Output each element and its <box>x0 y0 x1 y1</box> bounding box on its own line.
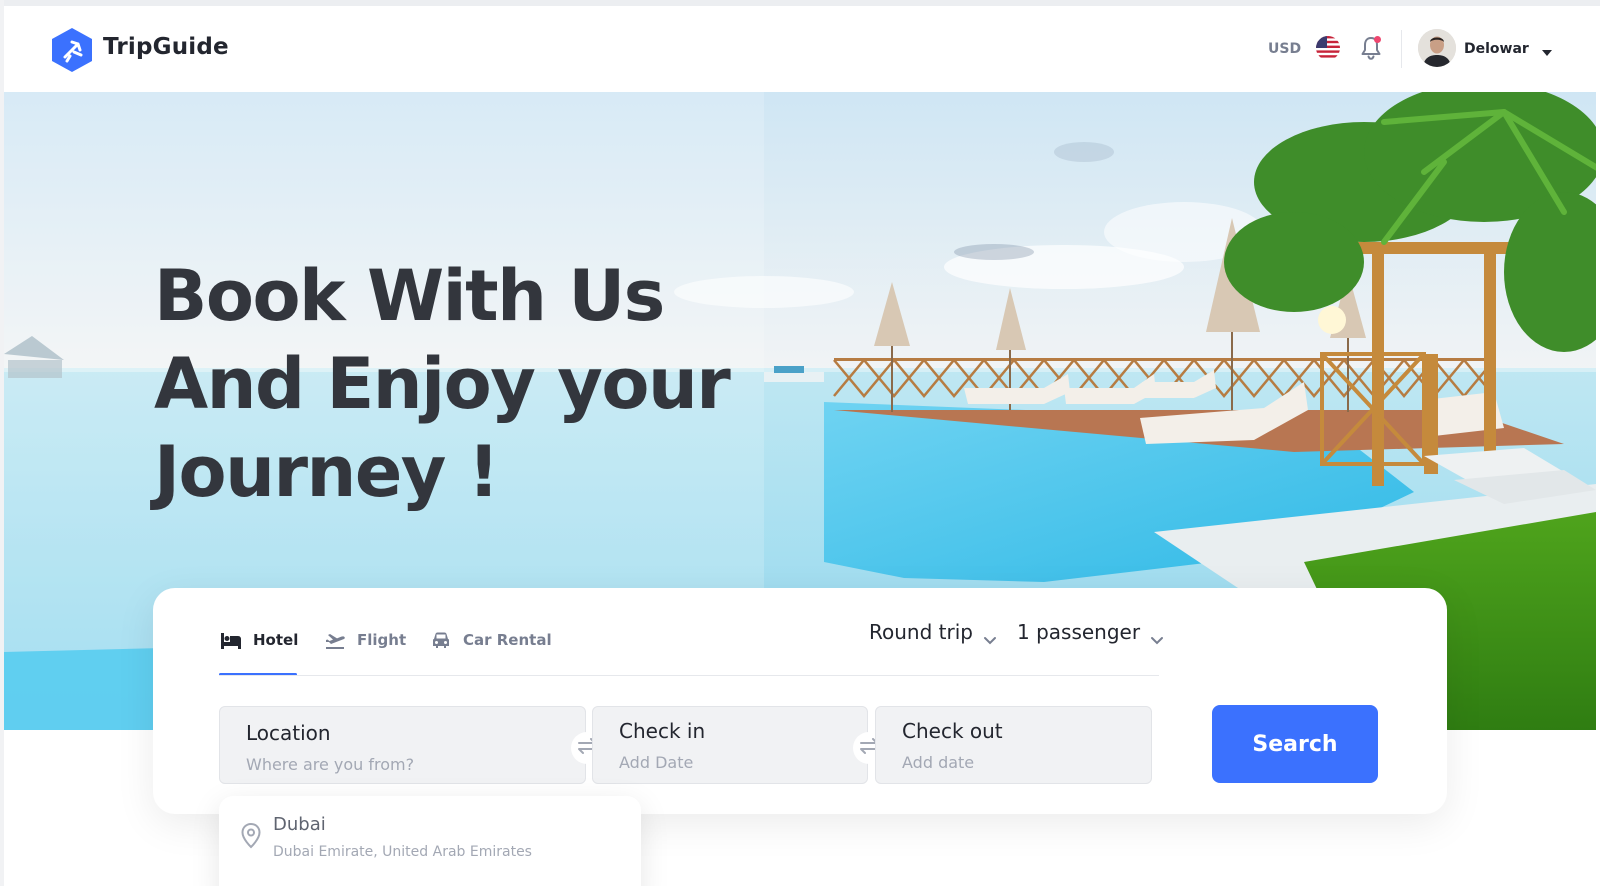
map-pin-icon <box>239 822 263 850</box>
app-window: TripGuide USD Delowar Book With Us And E… <box>0 0 1600 886</box>
us-flag-icon[interactable] <box>1316 36 1340 60</box>
hero-title-line-1: Book With Us <box>154 255 665 337</box>
check-out-placeholder: Add date <box>902 753 975 772</box>
bell-icon[interactable] <box>1359 35 1383 61</box>
search-card: Hotel Flight Car Rental Round trip 1 pas… <box>153 588 1447 814</box>
tab-flight-label: Flight <box>357 631 407 649</box>
check-out-field[interactable]: Check out Add date <box>875 706 1152 784</box>
tab-car-rental[interactable]: Car Rental <box>429 618 552 662</box>
user-avatar[interactable] <box>1418 29 1456 67</box>
location-suggestions: Dubai Dubai Emirate, United Arab Emirate… <box>219 796 641 886</box>
tab-hotel[interactable]: Hotel <box>219 618 298 662</box>
brand-name[interactable]: TripGuide <box>103 34 229 60</box>
hero-title-line-3: Journey ! <box>154 431 500 513</box>
tabs-divider <box>219 675 1159 676</box>
check-in-field[interactable]: Check in Add Date <box>592 706 868 784</box>
car-icon <box>429 628 453 652</box>
hero-title: Book With Us And Enjoy your Journey ! <box>154 252 774 516</box>
passenger-dropdown[interactable]: 1 passenger <box>1017 620 1164 645</box>
trip-type-value: Round trip <box>869 620 973 644</box>
list-item[interactable]: Dubai Dubai Emirate, United Arab Emirate… <box>219 796 641 874</box>
tab-hotel-label: Hotel <box>253 631 299 649</box>
tripguide-logo-icon[interactable] <box>48 26 96 74</box>
plane-departure-icon <box>323 628 347 652</box>
check-in-label: Check in <box>619 719 706 743</box>
passenger-value: 1 passenger <box>1017 620 1141 644</box>
check-out-label: Check out <box>902 719 1003 743</box>
location-field[interactable]: Location Where are you from? <box>219 706 586 784</box>
suggestion-name: Dubai <box>273 814 326 835</box>
chevron-down-icon <box>1150 627 1164 645</box>
bed-icon <box>219 628 243 652</box>
user-name[interactable]: Delowar <box>1464 41 1529 57</box>
suggestion-region: Dubai Emirate, United Arab Emirates <box>273 844 532 860</box>
location-placeholder: Where are you from? <box>246 755 415 774</box>
top-header: TripGuide USD Delowar <box>4 6 1596 92</box>
hero-title-line-2: And Enjoy your <box>154 343 731 425</box>
header-divider <box>1401 30 1402 68</box>
tab-car-rental-label: Car Rental <box>463 631 552 649</box>
trip-type-dropdown[interactable]: Round trip <box>869 620 997 645</box>
check-in-placeholder: Add Date <box>619 753 694 772</box>
location-label: Location <box>246 721 331 745</box>
search-button[interactable]: Search <box>1212 705 1378 783</box>
tab-flight[interactable]: Flight <box>323 618 406 662</box>
chevron-down-icon <box>983 627 997 645</box>
currency-selector[interactable]: USD <box>1268 41 1301 57</box>
caret-down-icon[interactable] <box>1540 43 1554 56</box>
